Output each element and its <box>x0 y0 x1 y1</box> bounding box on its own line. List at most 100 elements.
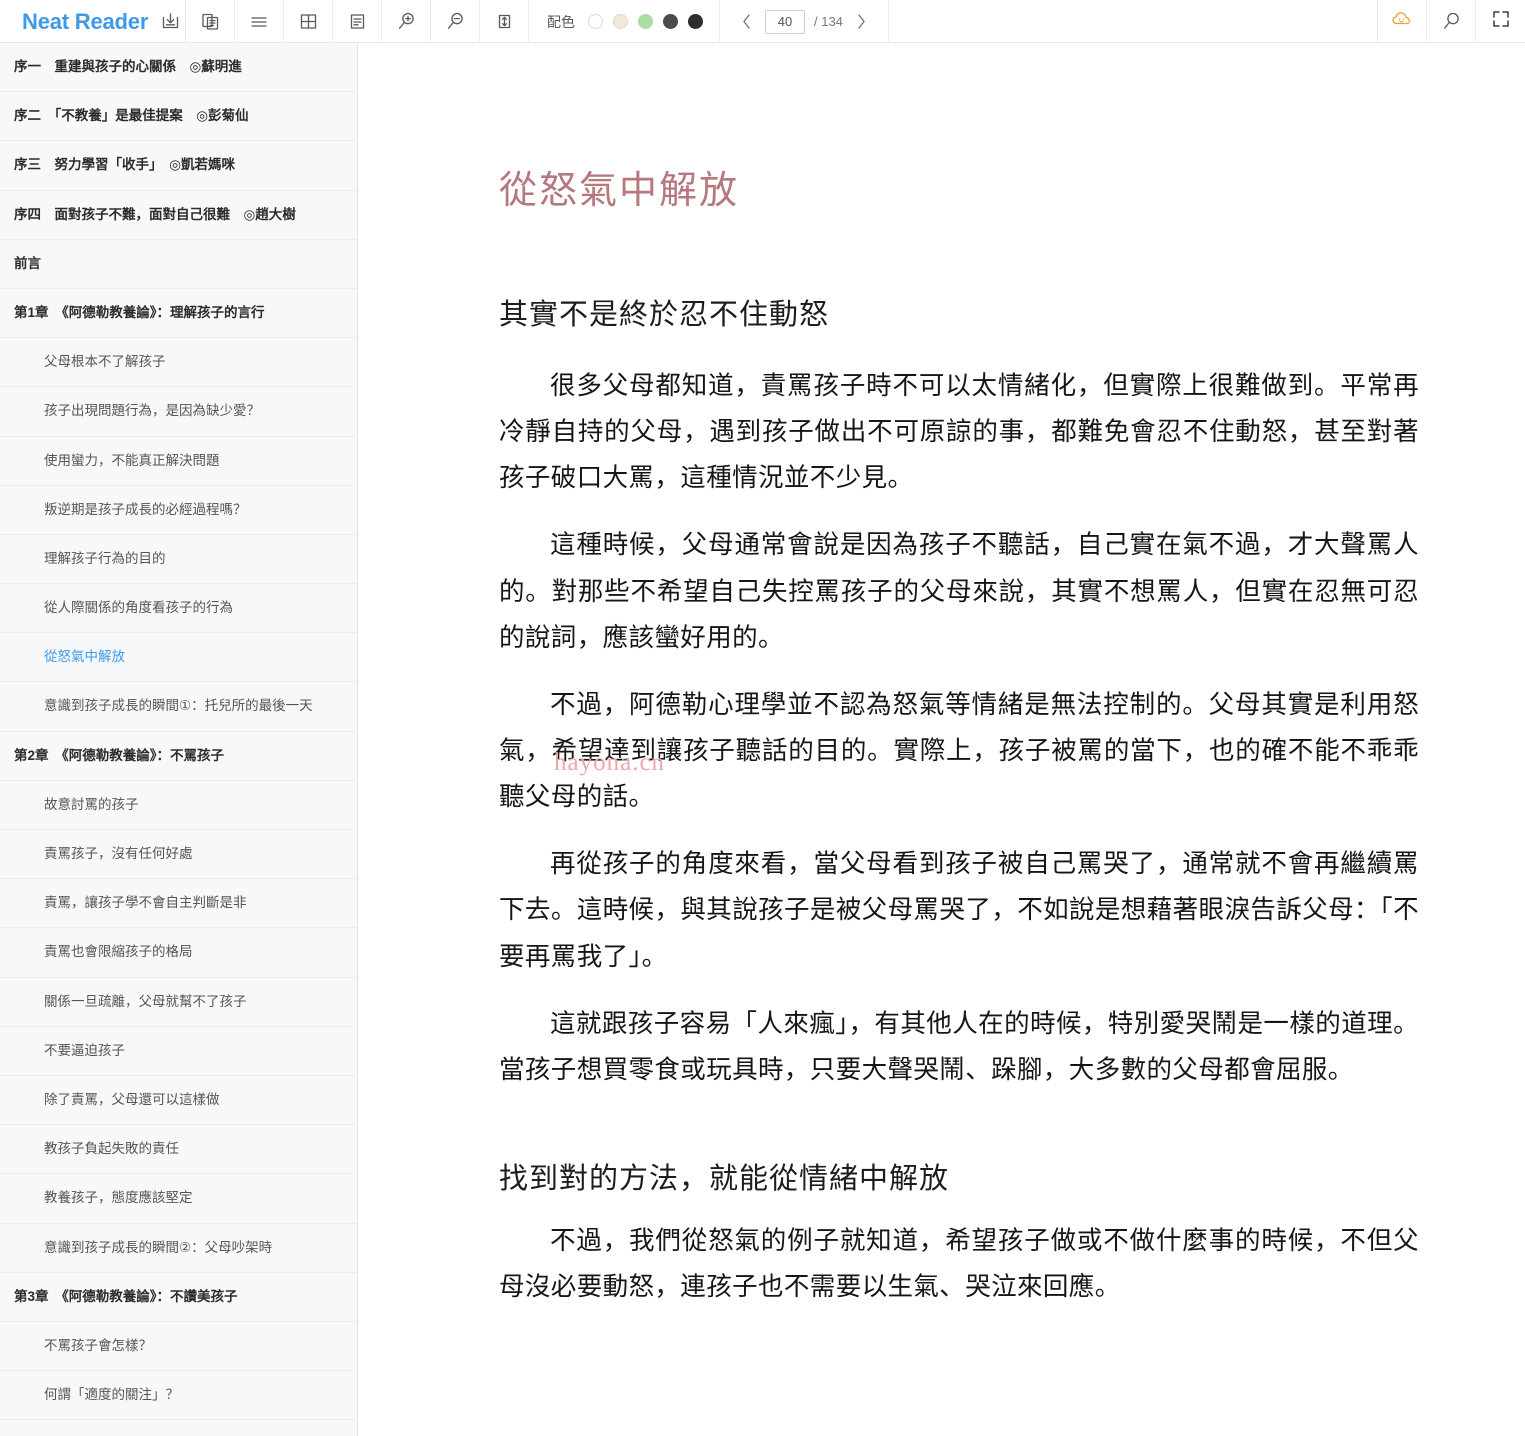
search-button[interactable] <box>1427 0 1476 43</box>
app-logo[interactable]: Neat Reader <box>0 0 186 43</box>
toc-item-label: 意識到孩子成長的瞬間①：托兒所的最後一天 <box>44 698 313 714</box>
toc-item-label: 教孩子負起失敗的責任 <box>44 1141 179 1157</box>
toc-item-label: 除了責罵，父母還可以這樣做 <box>44 1091 220 1107</box>
book-pages-button[interactable] <box>186 0 235 43</box>
toc-item[interactable]: 關係一旦疏離，父母就幫不了孩子 <box>0 978 357 1027</box>
toc-item[interactable]: 第2章 《阿德勒教養論》：不罵孩子 <box>0 732 357 781</box>
toc-item-label: 使用蠻力，不能真正解決問題 <box>44 452 220 468</box>
fullscreen-button[interactable] <box>1476 0 1525 43</box>
grid-layout-button[interactable] <box>284 0 333 43</box>
toc-item-label: 從怒氣中解放 <box>44 649 125 665</box>
top-toolbar: Neat Reader 配色 40 / 134 <box>0 0 1525 43</box>
toc-item[interactable]: 孩子出現問題行為，是因為缺少愛？ <box>0 387 357 437</box>
book-page: 從怒氣中解放 其實不是終於忍不住動怒 很多父母都知道，責罵孩子時不可以太情緒化，… <box>499 43 1419 1310</box>
book-pages-icon <box>200 11 221 32</box>
toc-item[interactable]: 意識到孩子成長的瞬間①：托兒所的最後一天 <box>0 682 357 732</box>
toolbar-right-group <box>1378 0 1525 43</box>
toc-item[interactable]: 故意討罵的孩子 <box>0 781 357 830</box>
toc-item-label: 序一 重建與孩子的心關係 ◎蘇明進 <box>14 59 242 74</box>
toc-item[interactable]: 責罵，讓孩子學不會自主判斷是非 <box>0 879 357 929</box>
body-paragraph: 再從孩子的角度來看，當父母看到孩子被自己罵哭了，通常就不會再繼續罵下去。這時候，… <box>499 849 1419 971</box>
toc-item[interactable]: 序四 面對孩子不難，面對自己很難 ◎趙大樹 <box>0 191 357 240</box>
next-page-button[interactable] <box>852 12 872 32</box>
search-icon <box>1440 10 1463 33</box>
color-scheme-group: 配色 <box>529 0 720 43</box>
toc-item[interactable]: 從人際關係的角度看孩子的行為 <box>0 584 357 634</box>
toc-item[interactable]: 叛逆期是孩子成長的必經過程嗎？ <box>0 486 357 535</box>
page-title: 從怒氣中解放 <box>499 170 740 212</box>
swatch-green[interactable] <box>638 14 653 29</box>
toc-item-label: 教養孩子，態度應該堅定 <box>44 1190 193 1206</box>
line-height-button[interactable] <box>480 0 529 43</box>
swatch-cream[interactable] <box>613 14 628 29</box>
toc-item-label: 從人際關係的角度看孩子的行為 <box>44 600 233 616</box>
toc-item-label: 何謂「適度的關注」？ <box>44 1387 179 1403</box>
page-navigator: / 134 <box>720 0 889 43</box>
toc-item-label: 第2章 《阿德勒教養論》：不罵孩子 <box>14 747 225 763</box>
save-to-shelf-icon[interactable] <box>160 11 181 32</box>
toc-lines-icon <box>248 11 270 33</box>
toc-item[interactable]: 第1章 《阿德勒教養論》：理解孩子的言行 <box>0 289 357 339</box>
line-height-icon <box>494 11 515 32</box>
app-logo-text: Neat Reader <box>22 8 149 34</box>
toc-item[interactable]: 序一 重建與孩子的心關係 ◎蘇明進 <box>0 43 357 93</box>
table-of-contents-sidebar[interactable]: 序一 重建與孩子的心關係 ◎蘇明進序二 「不教養」是最佳提案 ◎彭菊仙序三 努力… <box>0 43 358 1436</box>
toc-item-label: 叛逆期是孩子成長的必經過程嗎？ <box>44 501 247 517</box>
toc-item-label: 第3章 《阿德勒教養論》：不讚美孩子 <box>14 1288 238 1304</box>
prev-page-button[interactable] <box>736 12 756 32</box>
toc-button[interactable] <box>235 0 284 43</box>
toc-item[interactable]: 除了責罵，父母還可以這樣做 <box>0 1076 357 1126</box>
grid-layout-icon <box>298 11 319 32</box>
toc-item[interactable]: 父母根本不了解孩子 <box>0 338 357 388</box>
toc-item[interactable]: 第3章 《阿德勒教養論》：不讚美孩子 <box>0 1273 357 1322</box>
toc-item-label: 孩子出現問題行為，是因為缺少愛？ <box>44 403 260 419</box>
toc-item[interactable]: 序三 努力學習「收手」 ◎凱若媽咪 <box>0 141 357 191</box>
toc-item-label: 父母根本不了解孩子 <box>44 354 166 370</box>
toc-item-label: 不要逼迫孩子 <box>44 1042 125 1058</box>
section-heading-2: 找到對的方法，就能從情緒中解放 <box>499 1162 950 1195</box>
zoom-in-icon <box>395 10 418 33</box>
zoom-out-icon <box>444 10 467 33</box>
toc-item[interactable]: 不要逼迫孩子 <box>0 1027 357 1076</box>
toc-item-label: 序四 面對孩子不難，面對自己很難 ◎趙大樹 <box>14 206 296 222</box>
toc-item[interactable]: 責罵也會限縮孩子的格局 <box>0 928 357 978</box>
toc-item[interactable]: 何謂「適度的關注」？ <box>0 1371 357 1421</box>
body-paragraph: 這種時候，父母通常會說是因為孩子不聽話，自己實在氣不過，才大聲罵人的。對那些不希… <box>499 530 1419 652</box>
toc-item[interactable]: 不罵孩子會怎樣？ <box>0 1322 357 1372</box>
toc-item[interactable]: 責罵孩子，沒有任何好處 <box>0 830 357 880</box>
text-layout-button[interactable] <box>333 0 382 43</box>
toc-item-label: 故意討罵的孩子 <box>44 796 139 812</box>
zoom-in-button[interactable] <box>382 0 431 43</box>
swatch-white[interactable] <box>588 14 603 29</box>
cloud-sync-icon <box>1390 7 1414 36</box>
fullscreen-icon <box>1491 9 1511 34</box>
toc-item[interactable]: 意識到孩子成長的瞬間②：父母吵架時 <box>0 1224 357 1273</box>
toc-item[interactable]: 理解孩子行為的目的 <box>0 535 357 585</box>
toc-item-label: 不罵孩子會怎樣？ <box>44 1337 152 1353</box>
toc-item-label: 責罵孩子，沒有任何好處 <box>44 846 193 861</box>
toc-item-label: 理解孩子行為的目的 <box>44 550 166 566</box>
toc-item-label: 責罵，讓孩子學不會自主判斷是非 <box>44 895 247 911</box>
toc-item-active[interactable]: 從怒氣中解放 <box>0 633 357 683</box>
toc-item[interactable]: 序二 「不教養」是最佳提案 ◎彭菊仙 <box>0 92 357 142</box>
page-number-input[interactable] <box>765 9 805 34</box>
swatch-gray[interactable] <box>663 14 678 29</box>
toc-item-label: 序三 努力學習「收手」 ◎凱若媽咪 <box>14 157 236 173</box>
toc-item-label: 關係一旦疏離，父母就幫不了孩子 <box>44 993 247 1009</box>
toc-item[interactable]: 使用蠻力，不能真正解決問題 <box>0 437 357 486</box>
cloud-sync-button[interactable] <box>1378 0 1427 43</box>
swatch-black[interactable] <box>688 14 703 29</box>
page-total-label: / 134 <box>814 14 843 29</box>
toc-item[interactable]: 教孩子負起失敗的責任 <box>0 1125 357 1175</box>
toc-item-label: 第1章 《阿德勒教養論》：理解孩子的言行 <box>14 304 265 320</box>
toc-item-label: 責罵也會限縮孩子的格局 <box>44 944 193 960</box>
toc-item-label: 前言 <box>14 255 41 271</box>
body-paragraph: 這就跟孩子容易「人來瘋」，有其他人在的時候，特別愛哭鬧是一樣的道理。當孩子想買零… <box>499 1008 1419 1084</box>
zoom-out-button[interactable] <box>431 0 480 43</box>
toc-item-label: 意識到孩子成長的瞬間②：父母吵架時 <box>44 1239 273 1255</box>
text-layout-icon <box>347 11 368 32</box>
toc-item[interactable]: 教養孩子，態度應該堅定 <box>0 1174 357 1224</box>
body-paragraph: 很多父母都知道，責罵孩子時不可以太情緒化，但實際上很難做到。平常再冷靜自持的父母… <box>499 371 1419 493</box>
toc-item[interactable]: 前言 <box>0 240 357 289</box>
toc-item[interactable]: 孩子不會一直惹麻煩 <box>0 1420 357 1436</box>
